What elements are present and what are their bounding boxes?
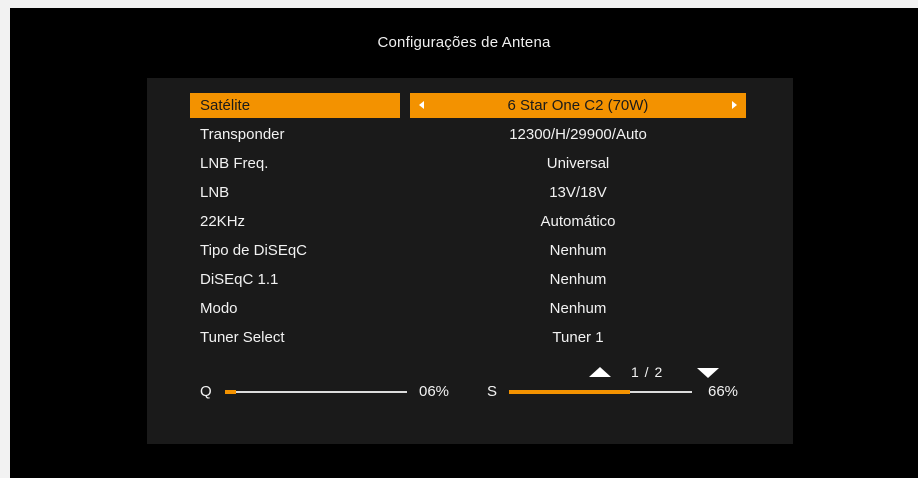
strength-value: 66% bbox=[708, 383, 739, 400]
row-label: Satélite bbox=[190, 93, 400, 118]
row-value: Nenhum bbox=[549, 242, 607, 259]
page-indicator: 1 / 2 bbox=[589, 363, 759, 383]
quality-bar-fill bbox=[225, 390, 236, 394]
strength-bar bbox=[509, 390, 692, 394]
row-value: 6 Star One C2 (70W) bbox=[507, 97, 649, 114]
row-label: Transponder bbox=[200, 126, 285, 143]
menu-title: Configurações de Antena bbox=[377, 34, 551, 51]
row-diseqc-1-1[interactable]: DiSEqC 1.1 Nenhum bbox=[190, 267, 746, 292]
row-value: 13V/18V bbox=[549, 184, 607, 201]
row-value: Universal bbox=[546, 155, 610, 172]
triangle-up-icon[interactable] bbox=[589, 367, 611, 377]
row-value: Automático bbox=[540, 213, 616, 230]
row-lnb-freq[interactable]: LNB Freq. Universal bbox=[190, 151, 746, 176]
row-satellite[interactable]: Satélite 6 Star One C2 (70W) bbox=[190, 93, 746, 118]
row-transponder[interactable]: Transponder 12300/H/29900/Auto bbox=[190, 122, 746, 147]
row-tuner-select[interactable]: Tuner Select Tuner 1 bbox=[190, 325, 746, 350]
row-lnb[interactable]: LNB 13V/18V bbox=[190, 180, 746, 205]
row-label: 22KHz bbox=[200, 213, 246, 230]
strength-label: S bbox=[487, 383, 498, 400]
row-label: Tuner Select bbox=[200, 329, 285, 346]
quality-bar bbox=[225, 390, 407, 394]
row-label: LNB bbox=[200, 184, 230, 201]
page-number: 1 / 2 bbox=[631, 364, 664, 380]
settings-panel: Satélite 6 Star One C2 (70W) Transponder… bbox=[147, 78, 793, 444]
arrow-right-icon[interactable] bbox=[732, 101, 737, 109]
row-value: 12300/H/29900/Auto bbox=[509, 126, 647, 143]
tv-screen: Configurações de Antena Satélite 6 Star … bbox=[10, 8, 918, 478]
row-label: LNB Freq. bbox=[200, 155, 269, 172]
quality-label: Q bbox=[200, 383, 212, 400]
row-mode[interactable]: Modo Nenhum bbox=[190, 296, 746, 321]
row-label: DiSEqC 1.1 bbox=[200, 271, 279, 288]
strength-bar-fill bbox=[509, 390, 630, 394]
row-22khz[interactable]: 22KHz Automático bbox=[190, 209, 746, 234]
satellite-selector[interactable]: 6 Star One C2 (70W) bbox=[410, 93, 746, 118]
row-value: Tuner 1 bbox=[552, 329, 604, 346]
row-value: Nenhum bbox=[549, 271, 607, 288]
row-label: Modo bbox=[200, 300, 238, 317]
arrow-left-icon[interactable] bbox=[419, 101, 424, 109]
quality-value: 06% bbox=[419, 383, 450, 400]
row-value: Nenhum bbox=[549, 300, 607, 317]
row-label: Tipo de DiSEqC bbox=[200, 242, 307, 259]
triangle-down-icon[interactable] bbox=[697, 368, 719, 378]
row-diseqc-type[interactable]: Tipo de DiSEqC Nenhum bbox=[190, 238, 746, 263]
